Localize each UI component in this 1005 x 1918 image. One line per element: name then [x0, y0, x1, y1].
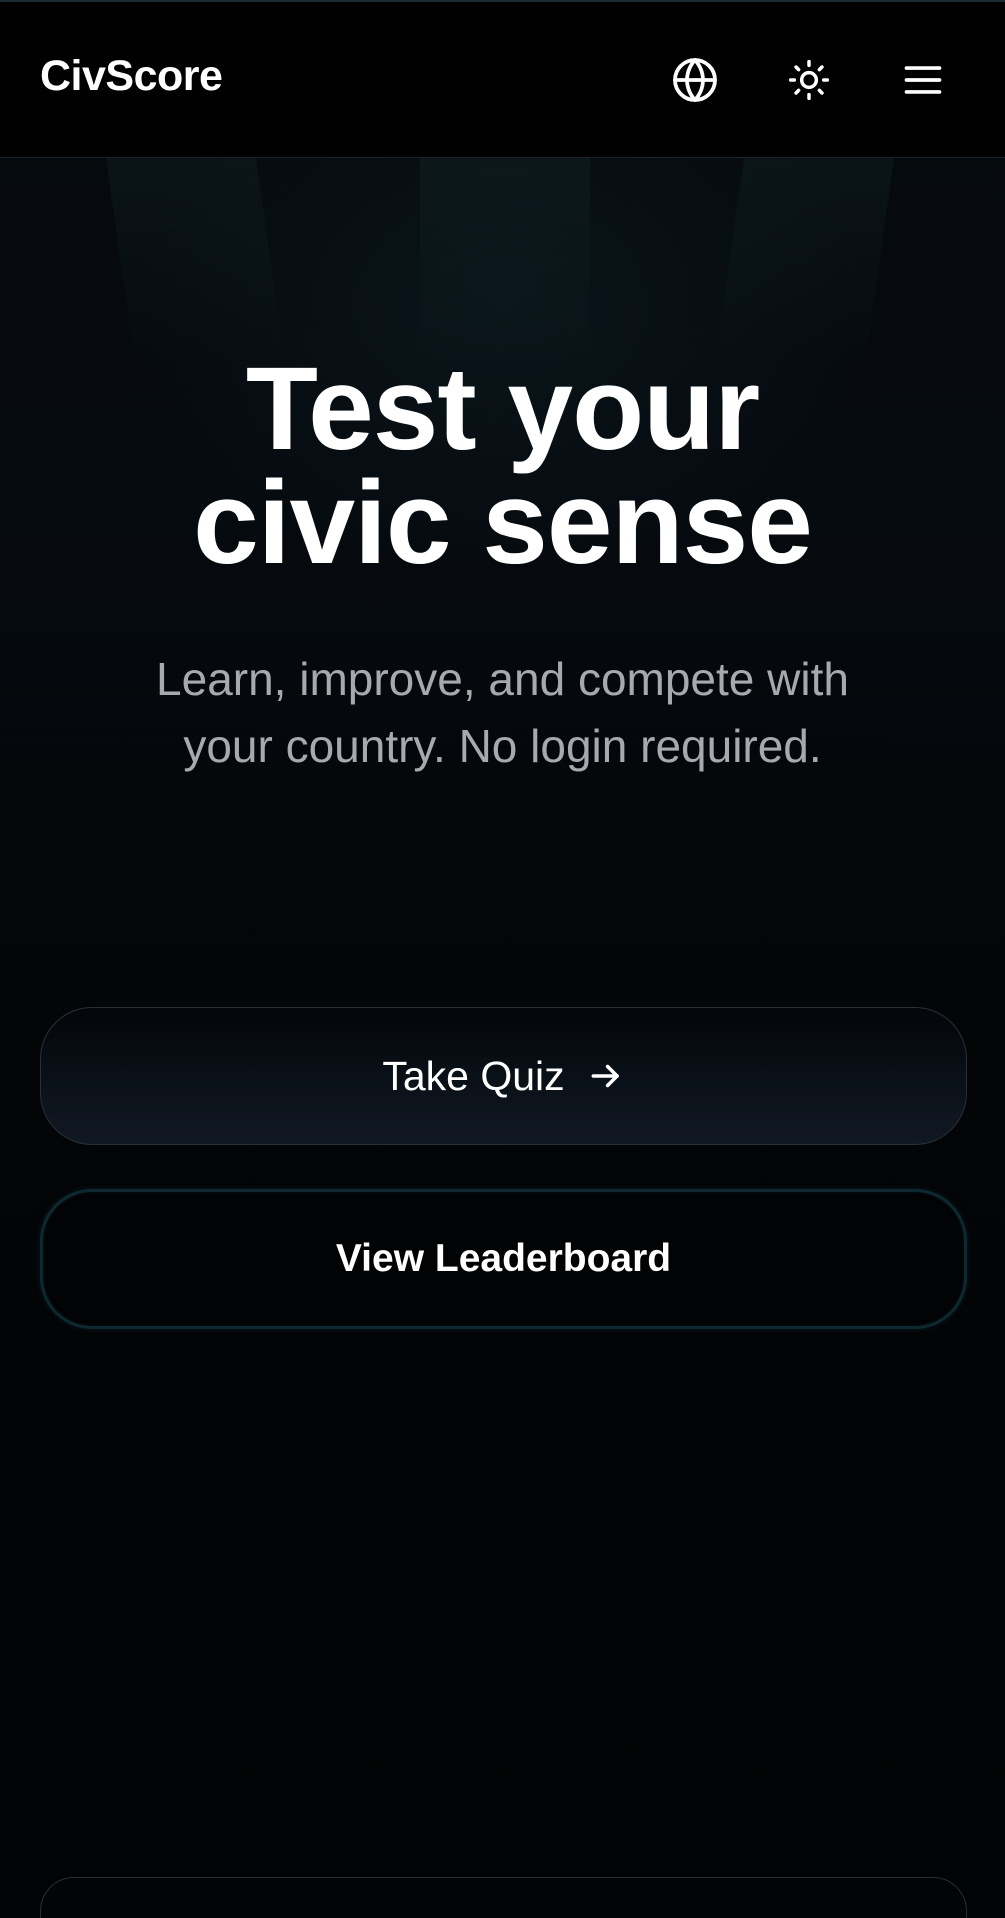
- take-quiz-button[interactable]: Take Quiz: [40, 1007, 967, 1145]
- language-button[interactable]: [667, 52, 723, 108]
- hero-subtitle-line: Learn, improve, and compete with: [156, 653, 849, 705]
- hero-title: Test your civic sense: [0, 343, 1005, 589]
- theme-toggle-button[interactable]: [781, 52, 837, 108]
- take-quiz-label: Take Quiz: [382, 1052, 565, 1099]
- menu-button[interactable]: [895, 52, 951, 108]
- view-leaderboard-label: View Leaderboard: [335, 1237, 672, 1280]
- hero-subtitle-line: your country. No login required.: [183, 720, 822, 772]
- arrow-right-icon: [591, 1064, 619, 1088]
- globe-icon: [673, 58, 717, 102]
- hero-subtitle: Learn, improve, and compete with your co…: [60, 646, 945, 780]
- sun-icon: [788, 59, 830, 101]
- page: CivScore Test your civic sense Learn, im…: [0, 0, 1005, 1918]
- hero-title-line: civic sense: [193, 457, 813, 589]
- brand-logo[interactable]: CivScore: [40, 52, 223, 101]
- background-glow: [420, 158, 590, 358]
- top-navbar: CivScore: [0, 0, 1005, 158]
- hamburger-menu-icon: [904, 66, 942, 94]
- hero-title-line: Test your: [245, 343, 760, 475]
- background-glow: [715, 158, 895, 358]
- content-card: [40, 1877, 967, 1918]
- view-leaderboard-button[interactable]: View Leaderboard: [40, 1189, 967, 1329]
- background-glow: [105, 158, 285, 358]
